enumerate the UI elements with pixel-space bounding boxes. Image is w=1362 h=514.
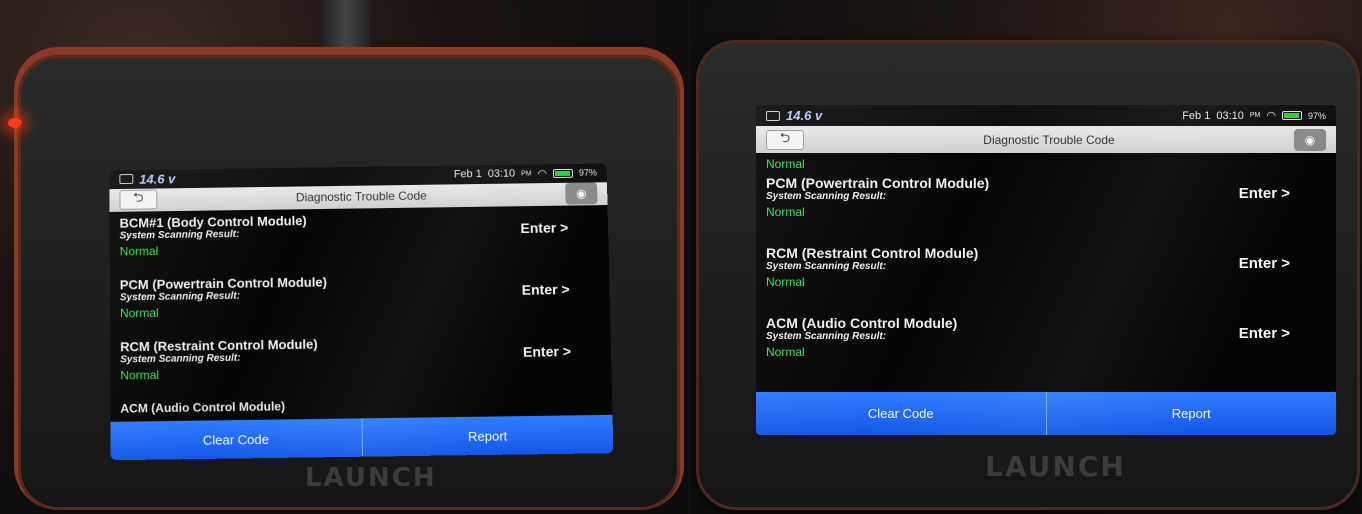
status-bar: 14.6 v Feb 1 03:10 PM ◠ 97% [756, 105, 1336, 127]
page-title: Diagnostic Trouble Code [295, 189, 427, 205]
result-value: Normal [766, 344, 805, 359]
result-value: Normal [119, 244, 159, 259]
module-item[interactable]: RCM (Restraint Control Module) System Sc… [120, 333, 602, 402]
back-arrow-icon: ⮌ [133, 190, 144, 206]
screenshot-button[interactable]: ◉ [1294, 128, 1326, 151]
voltage-readout: 14.6 v [139, 171, 176, 187]
result-value: Normal [766, 274, 805, 289]
result-value-partial: Normal [766, 156, 805, 171]
report-button[interactable]: Report [361, 415, 614, 457]
result-value: Normal [766, 204, 805, 219]
scanner-screen: 14.6 v Feb 1 03:10 PM ◠ 97% ⮌ Diagnostic… [109, 163, 614, 461]
time: 03:10 [487, 168, 516, 181]
battery-icon [552, 168, 574, 178]
result-value: Normal [120, 367, 160, 383]
obd-icon [766, 110, 780, 121]
module-item[interactable]: BCM#1 (Body Control Module) System Scann… [120, 209, 600, 277]
date: Feb 1 [453, 168, 482, 181]
clear-code-button[interactable]: Clear Code [110, 419, 361, 461]
scanner-screen: 14.6 v Feb 1 03:10 PM ◠ 97% ⮌ Diagnostic… [756, 105, 1336, 435]
screenshot-button[interactable]: ◉ [565, 182, 598, 206]
module-list: Normal PCM (Powertrain Control Module) S… [756, 153, 1336, 385]
enter-button[interactable]: Enter > [520, 219, 568, 236]
camera-icon: ◉ [1304, 132, 1316, 147]
action-bar: Clear Code Report [756, 392, 1336, 435]
title-bar: ⮌ Diagnostic Trouble Code ◉ [756, 126, 1336, 153]
wifi-icon: ◠ [1266, 110, 1276, 123]
camera-icon: ◉ [575, 186, 587, 201]
ampm: PM [521, 170, 532, 178]
back-arrow-icon: ⮌ [779, 129, 791, 145]
module-item[interactable]: RCM (Restraint Control Module) System Sc… [766, 245, 1326, 315]
power-led [8, 118, 22, 128]
action-bar: Clear Code Report [110, 415, 614, 461]
report-button[interactable]: Report [1045, 392, 1337, 435]
battery-percent: 97% [1307, 110, 1326, 121]
module-item[interactable]: ACM (Audio Control Module) System Scanni… [766, 315, 1326, 385]
enter-button[interactable]: Enter > [522, 281, 570, 298]
enter-button[interactable]: Enter > [1239, 255, 1290, 272]
clear-code-button[interactable]: Clear Code [756, 392, 1046, 435]
back-button[interactable]: ⮌ [766, 129, 804, 150]
brand-logo: LAUNCH [985, 450, 1126, 483]
enter-button[interactable]: Enter > [1239, 185, 1290, 202]
brand-logo: LAUNCH [305, 463, 437, 493]
right-photo: LAUNCH 14.6 v Feb 1 03:10 PM ◠ 97% ⮌ Dia… [690, 0, 1362, 514]
battery-percent: 97% [578, 167, 597, 179]
ampm: PM [1249, 112, 1261, 120]
obd-icon [119, 174, 134, 185]
cable [322, 0, 370, 50]
battery-icon [1281, 111, 1302, 121]
result-value: Normal [119, 305, 159, 321]
time: 03:10 [1216, 109, 1244, 122]
enter-button[interactable]: Enter > [523, 343, 571, 360]
enter-button[interactable]: Enter > [1239, 325, 1290, 342]
left-photo: LAUNCH 14.6 v Feb 1 03:10 PM ◠ 97% ⮌ Dia… [0, 0, 688, 514]
module-item[interactable]: PCM (Powertrain Control Module) System S… [766, 175, 1326, 245]
date: Feb 1 [1182, 109, 1211, 122]
module-list: BCM#1 (Body Control Module) System Scann… [110, 205, 613, 418]
back-button[interactable]: ⮌ [119, 189, 158, 211]
wifi-icon: ◠ [537, 168, 548, 181]
module-item[interactable]: PCM (Powertrain Control Module) System S… [120, 271, 601, 340]
page-title: Diagnostic Trouble Code [983, 132, 1115, 147]
voltage-readout: 14.6 v [786, 108, 823, 124]
